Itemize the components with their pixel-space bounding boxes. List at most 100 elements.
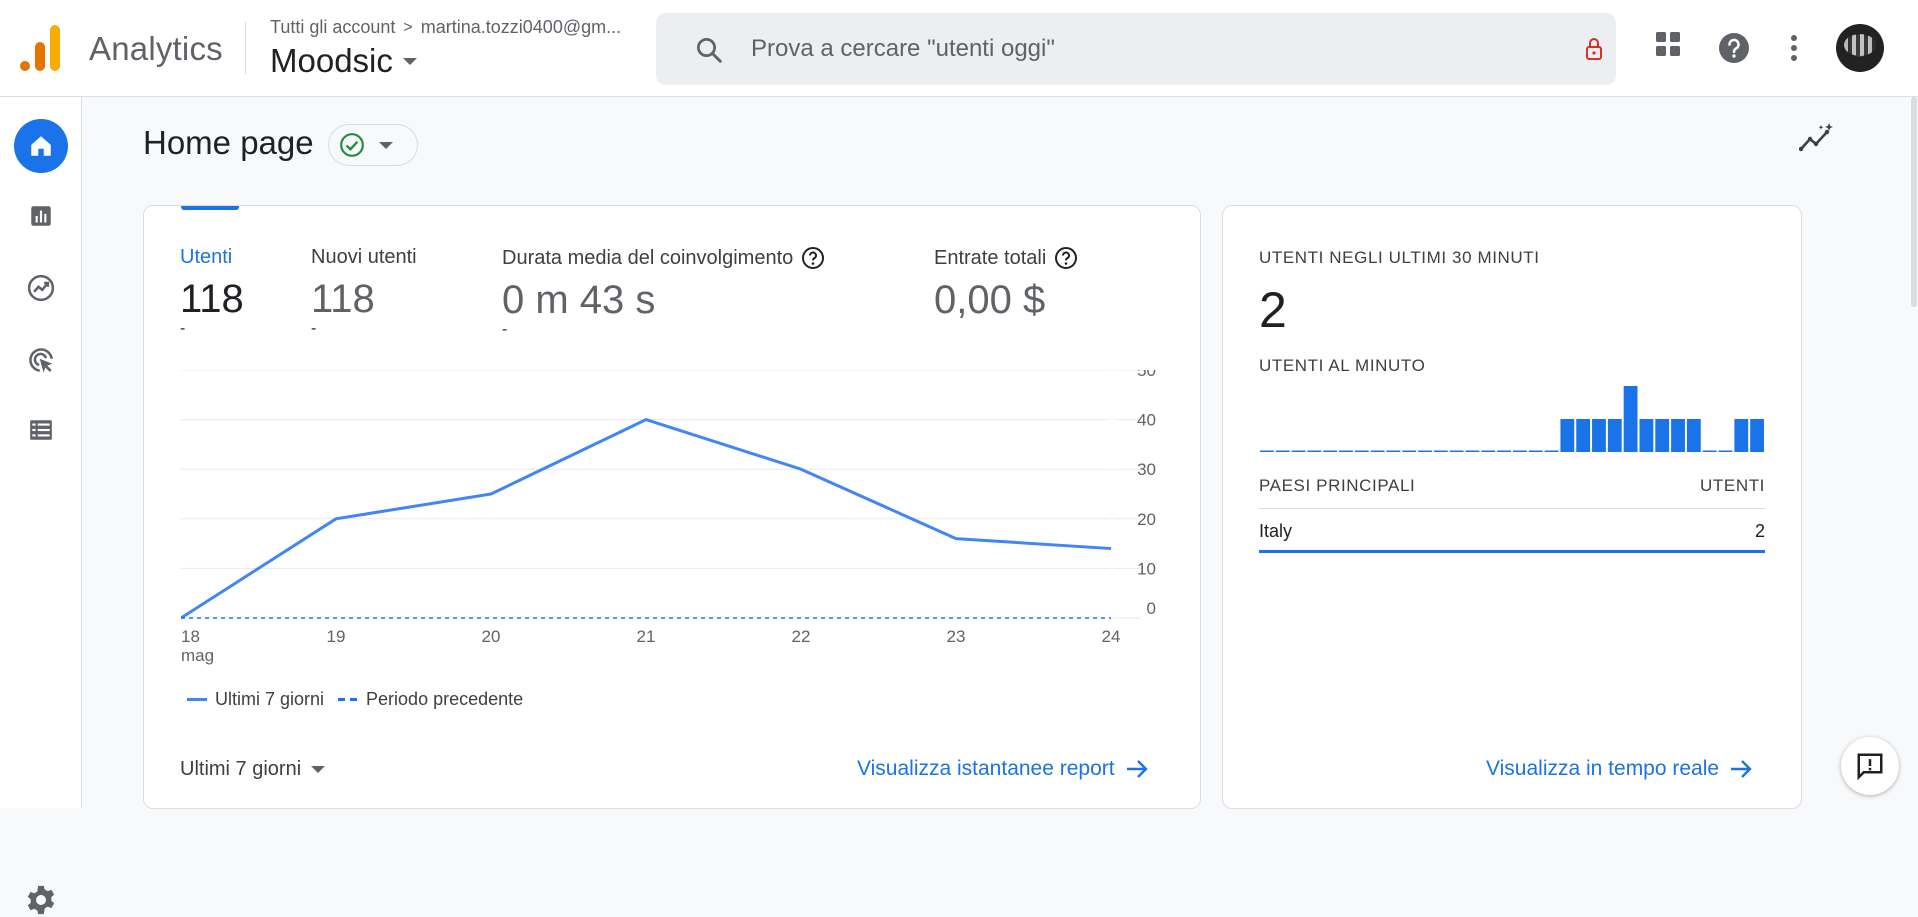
x-tick-label: 23 [947, 627, 966, 646]
check-circle-icon [340, 133, 364, 157]
feedback-icon [1857, 753, 1883, 781]
x-tick-label: 22 [792, 627, 811, 646]
app-name: Analytics [89, 30, 223, 67]
table-row[interactable]: Italy 2 [1259, 509, 1765, 553]
minute-bar [1528, 450, 1543, 452]
minute-bar [1750, 419, 1764, 452]
y-tick-label: 40 [1137, 411, 1156, 430]
account-email: martina.tozzi0400@gm... [420, 17, 622, 37]
users-cell: 2 [1754, 521, 1765, 541]
property-selector[interactable]: Moodsic [270, 42, 417, 80]
metric-value: 0 m 43 s [502, 278, 656, 322]
nav-advertising[interactable] [14, 333, 68, 387]
page-status-selector[interactable] [328, 124, 418, 166]
arrow-right-icon [1731, 760, 1752, 778]
help-icon[interactable] [1718, 32, 1750, 64]
help-outline-icon[interactable] [801, 246, 825, 270]
minute-bar [1481, 450, 1496, 452]
home-icon [31, 136, 51, 156]
metric-value: 118 [311, 277, 375, 321]
metric-tab-revenue[interactable]: Entrate totali 0,00 $ [934, 246, 1078, 323]
account-breadcrumb[interactable]: Tutti gli account > martina.tozzi0400@gm… [270, 17, 635, 38]
advertising-icon [29, 348, 53, 373]
column-header: UTENTI [1700, 476, 1765, 495]
metric-tab-users[interactable]: Utenti 118 - [180, 246, 244, 337]
explore-icon [27, 274, 55, 302]
settings-icon[interactable] [24, 883, 58, 917]
x-tick-label: 18 [181, 627, 200, 646]
legend-swatch-dashed [338, 698, 359, 701]
minute-bar [1291, 450, 1306, 452]
metric-delta: - [502, 321, 508, 338]
minute-bar [1354, 450, 1369, 452]
minute-bar [1402, 450, 1417, 452]
caret-down-icon [402, 57, 417, 65]
metric-label: Entrate totali [934, 246, 1047, 269]
nav-explore[interactable] [14, 261, 68, 315]
nav-reports[interactable] [14, 189, 68, 243]
realtime-value: 2 [1259, 282, 1287, 338]
apps-grid-icon[interactable] [1655, 31, 1681, 57]
avatar[interactable] [1836, 24, 1884, 72]
arrow-right-icon [1126, 760, 1148, 778]
link-label: Visualizza istantanee report [857, 757, 1115, 780]
minute-bar [1307, 450, 1322, 452]
metric-delta: - [180, 320, 186, 337]
x-tick-label: 20 [482, 627, 501, 646]
minute-bar [1275, 450, 1290, 452]
caret-down-icon [311, 766, 326, 773]
metric-tab-new-users[interactable]: Nuovi utenti 118 - [311, 246, 417, 337]
minute-bar [1497, 450, 1511, 452]
nav-home[interactable] [14, 119, 68, 173]
minute-bar [1702, 450, 1717, 452]
per-minute-title: UTENTI AL MINUTO [1259, 356, 1426, 375]
metric-label: Durata media del coinvolgimento [502, 246, 794, 269]
feedback-button[interactable] [1841, 737, 1899, 795]
search-bar[interactable] [656, 13, 1616, 85]
caret-down-icon [379, 141, 393, 149]
minute-bar [1339, 450, 1353, 452]
minute-bar [1323, 450, 1338, 452]
metric-value: 0,00 $ [934, 278, 1046, 322]
nav-configure[interactable] [14, 403, 68, 457]
reports-icon [31, 206, 51, 226]
minute-bar [1718, 450, 1733, 452]
minute-bar [1576, 419, 1591, 452]
minute-bar [1734, 419, 1749, 452]
y-tick-label: 10 [1137, 559, 1156, 578]
selected-tab-indicator [181, 206, 239, 210]
realtime-title: UTENTI NEGLI ULTIMI 30 MINUTI [1259, 248, 1540, 267]
help-outline-icon[interactable] [1054, 246, 1078, 270]
date-range-selector[interactable]: Ultimi 7 giorni [180, 758, 326, 781]
x-tick-label: 21 [637, 627, 656, 646]
y-tick-label: 30 [1137, 460, 1156, 479]
y-tick-label: 0 [1147, 599, 1156, 618]
analytics-logo-icon[interactable] [20, 25, 62, 71]
view-report-snapshot-link[interactable]: Visualizza istantanee report [857, 757, 1149, 781]
realtime-card: UTENTI NEGLI ULTIMI 30 MINUTI 2 UTENTI A… [1222, 205, 1802, 809]
y-tick-label: 50 [1137, 370, 1156, 380]
insights-icon[interactable] [1799, 123, 1835, 155]
view-realtime-link[interactable]: Visualizza in tempo reale [1486, 757, 1753, 781]
top-countries-table: PAESI PRINCIPALI UTENTI Italy 2 [1259, 476, 1765, 553]
minute-bar [1433, 450, 1448, 452]
minute-bar [1607, 419, 1622, 452]
page-scrollbar[interactable] [1911, 97, 1917, 307]
minute-bar [1418, 450, 1432, 452]
metric-tab-engagement-time[interactable]: Durata media del coinvolgimento 0 m 43 s… [502, 246, 825, 338]
legend-item-current: Ultimi 7 giorni [187, 689, 324, 710]
legend-label: Periodo precedente [366, 689, 524, 709]
x-tick-sublabel: mag [181, 646, 214, 665]
minute-bar [1560, 419, 1575, 452]
metric-label-wrap: Entrate totali [934, 246, 1078, 270]
date-range-label: Ultimi 7 giorni [180, 758, 302, 780]
table-header: PAESI PRINCIPALI UTENTI [1259, 476, 1765, 509]
minute-bar [1370, 450, 1385, 452]
configure-icon [30, 420, 52, 440]
metric-label-wrap: Durata media del coinvolgimento [502, 246, 825, 270]
more-vert-icon[interactable] [1788, 34, 1800, 62]
search-input[interactable] [751, 33, 1531, 65]
property-name: Moodsic [270, 42, 393, 79]
minute-bar [1655, 419, 1670, 452]
users-line-chart: 50 40 30 20 10 0 18mag 19 20 21 22 23 24 [181, 370, 1156, 665]
